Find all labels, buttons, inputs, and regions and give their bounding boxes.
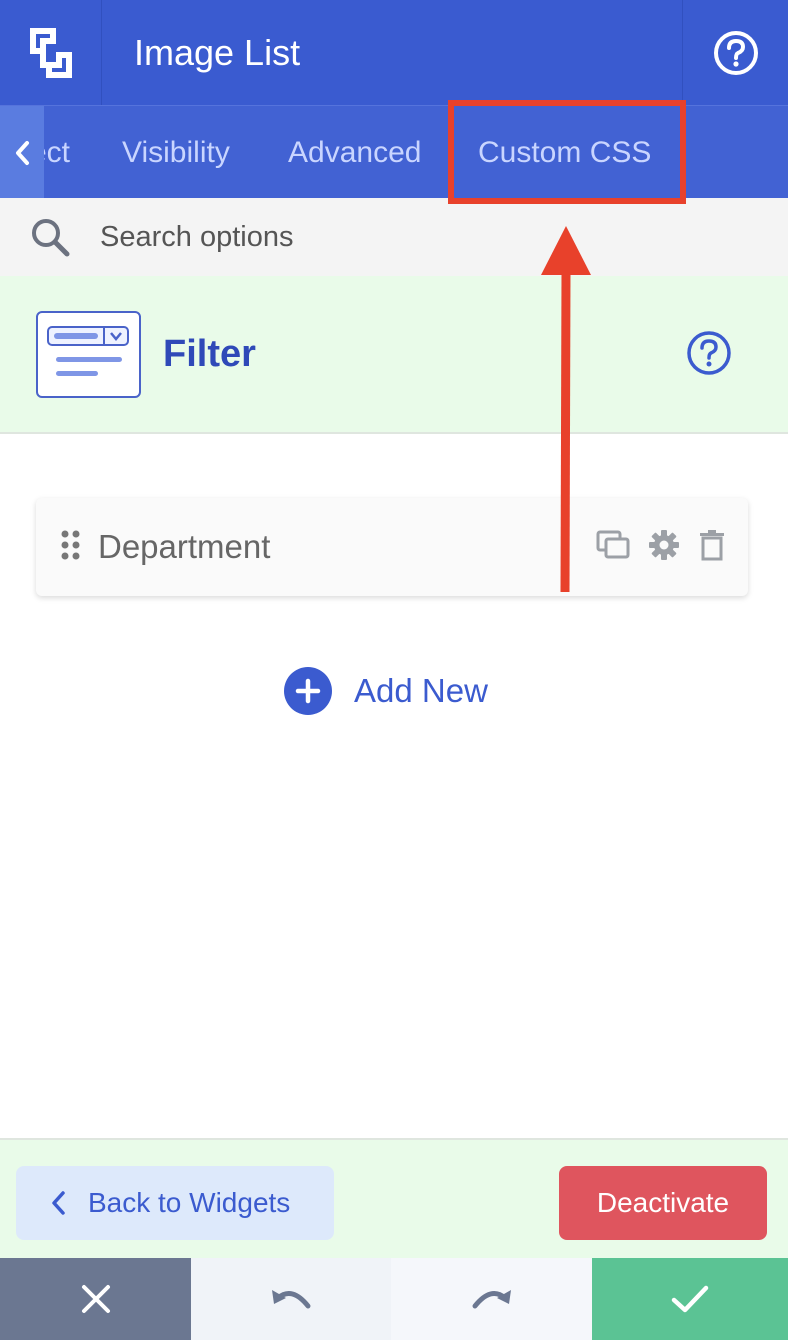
add-new-label: Add New [354,672,488,709]
search-input[interactable] [100,220,700,254]
chevron-left-icon [16,140,29,165]
back-to-widgets-label: Back to Widgets [88,1187,291,1218]
tab-advanced[interactable]: Advanced [288,106,421,198]
trash-icon [700,529,724,560]
search-bar [0,198,788,276]
close-button[interactable] [0,1258,191,1340]
redo-button[interactable] [391,1258,592,1340]
search-icon-wrap [0,216,100,258]
bottom-action-bar [0,1258,788,1340]
tab-visibility[interactable]: Visibility [122,106,230,198]
list-item[interactable]: Department [36,498,748,596]
filter-title: Filter [163,332,256,375]
settings-button[interactable] [648,529,680,566]
deactivate-button[interactable]: Deactivate [559,1166,767,1240]
help-button[interactable] [682,0,788,105]
filter-help-button[interactable] [686,330,732,381]
drag-handle[interactable] [60,529,82,566]
search-icon [32,219,70,257]
duplicate-icon [596,530,630,558]
list-item-label: Department [98,528,271,565]
undo-icon [272,1290,311,1309]
logo[interactable] [0,0,102,105]
tab-scroll-left-button[interactable] [0,106,44,198]
help-circle-icon [687,331,731,375]
save-button[interactable] [592,1258,788,1340]
check-icon [671,1285,709,1313]
annotation-highlight-box [448,100,686,204]
drag-dots-icon [61,530,80,559]
undo-button[interactable] [191,1258,391,1340]
delete-button[interactable] [698,529,726,566]
filter-section-header: Filter [0,276,788,434]
add-new-button[interactable]: Add New [284,666,488,716]
page-title: Image List [134,31,301,73]
close-icon [81,1285,110,1313]
duplicate-button[interactable] [596,530,630,565]
filter-widget-icon [36,310,141,398]
panel-footer: Back to Widgets Deactivate [0,1138,788,1258]
help-circle-icon [713,30,758,75]
gear-icon [649,529,679,560]
back-to-widgets-button[interactable]: Back to Widgets [16,1166,334,1240]
logo-icon [29,27,72,78]
header: Image List [0,0,788,105]
list-item-actions [596,529,726,566]
plus-circle-icon [284,667,332,715]
redo-icon [472,1290,511,1309]
chevron-left-icon [52,1191,65,1215]
